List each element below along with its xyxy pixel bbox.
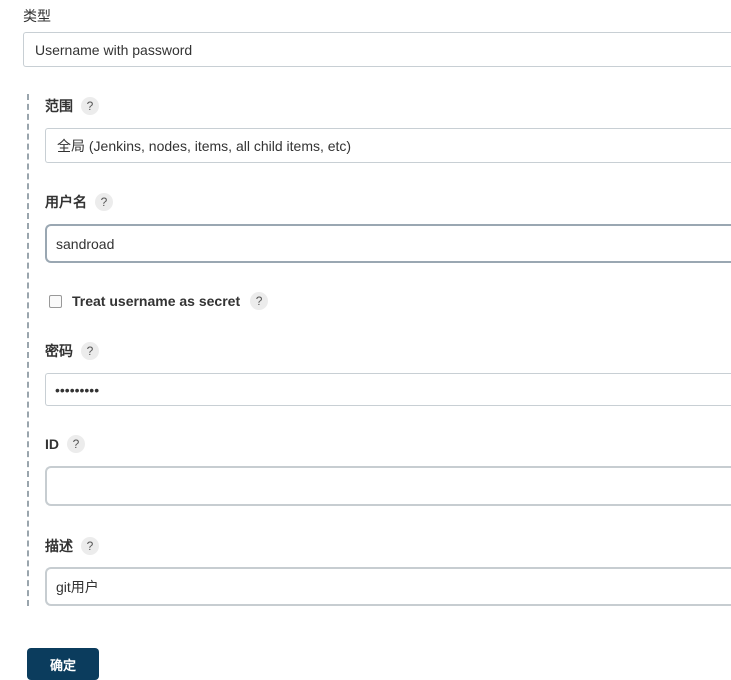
kind-select[interactable]: Username with password [23, 32, 731, 67]
kind-selected-value: Username with password [35, 41, 193, 58]
username-secret-label[interactable]: Treat username as secret [72, 293, 240, 309]
description-label-row: 描述 ? [45, 536, 99, 556]
scope-select[interactable]: 全局 (Jenkins, nodes, items, all child ite… [45, 128, 731, 163]
kind-label: 类型 [23, 8, 51, 24]
scope-label-row: 范围 ? [45, 96, 99, 116]
id-help-icon[interactable]: ? [67, 435, 85, 453]
description-label: 描述 [45, 538, 73, 554]
username-input[interactable]: sandroad [45, 224, 731, 263]
scope-help-icon[interactable]: ? [81, 97, 99, 115]
username-label-row: 用户名 ? [45, 192, 113, 212]
username-help-icon[interactable]: ? [95, 193, 113, 211]
username-secret-row: Treat username as secret ? [49, 292, 269, 310]
password-label-row: 密码 ? [45, 341, 99, 361]
description-help-icon[interactable]: ? [81, 537, 99, 555]
id-label-row: ID ? [45, 435, 85, 453]
username-label: 用户名 [45, 194, 87, 210]
confirm-button[interactable]: 确定 [27, 648, 99, 680]
password-masked-value: ••••••••• [55, 381, 100, 398]
password-input[interactable]: ••••••••• [45, 373, 731, 406]
scope-selected-value: 全局 (Jenkins, nodes, items, all child ite… [57, 137, 352, 154]
id-input[interactable] [45, 466, 731, 506]
description-input[interactable]: git用户 [45, 567, 731, 606]
password-label: 密码 [45, 343, 73, 359]
username-secret-help-icon[interactable]: ? [250, 292, 269, 310]
password-help-icon[interactable]: ? [81, 342, 99, 360]
id-label: ID [45, 436, 59, 452]
username-secret-checkbox[interactable] [49, 294, 62, 308]
description-value: git用户 [56, 578, 99, 595]
username-value: sandroad [56, 235, 115, 252]
scope-label: 范围 [45, 98, 73, 114]
nested-section-border [27, 94, 29, 606]
